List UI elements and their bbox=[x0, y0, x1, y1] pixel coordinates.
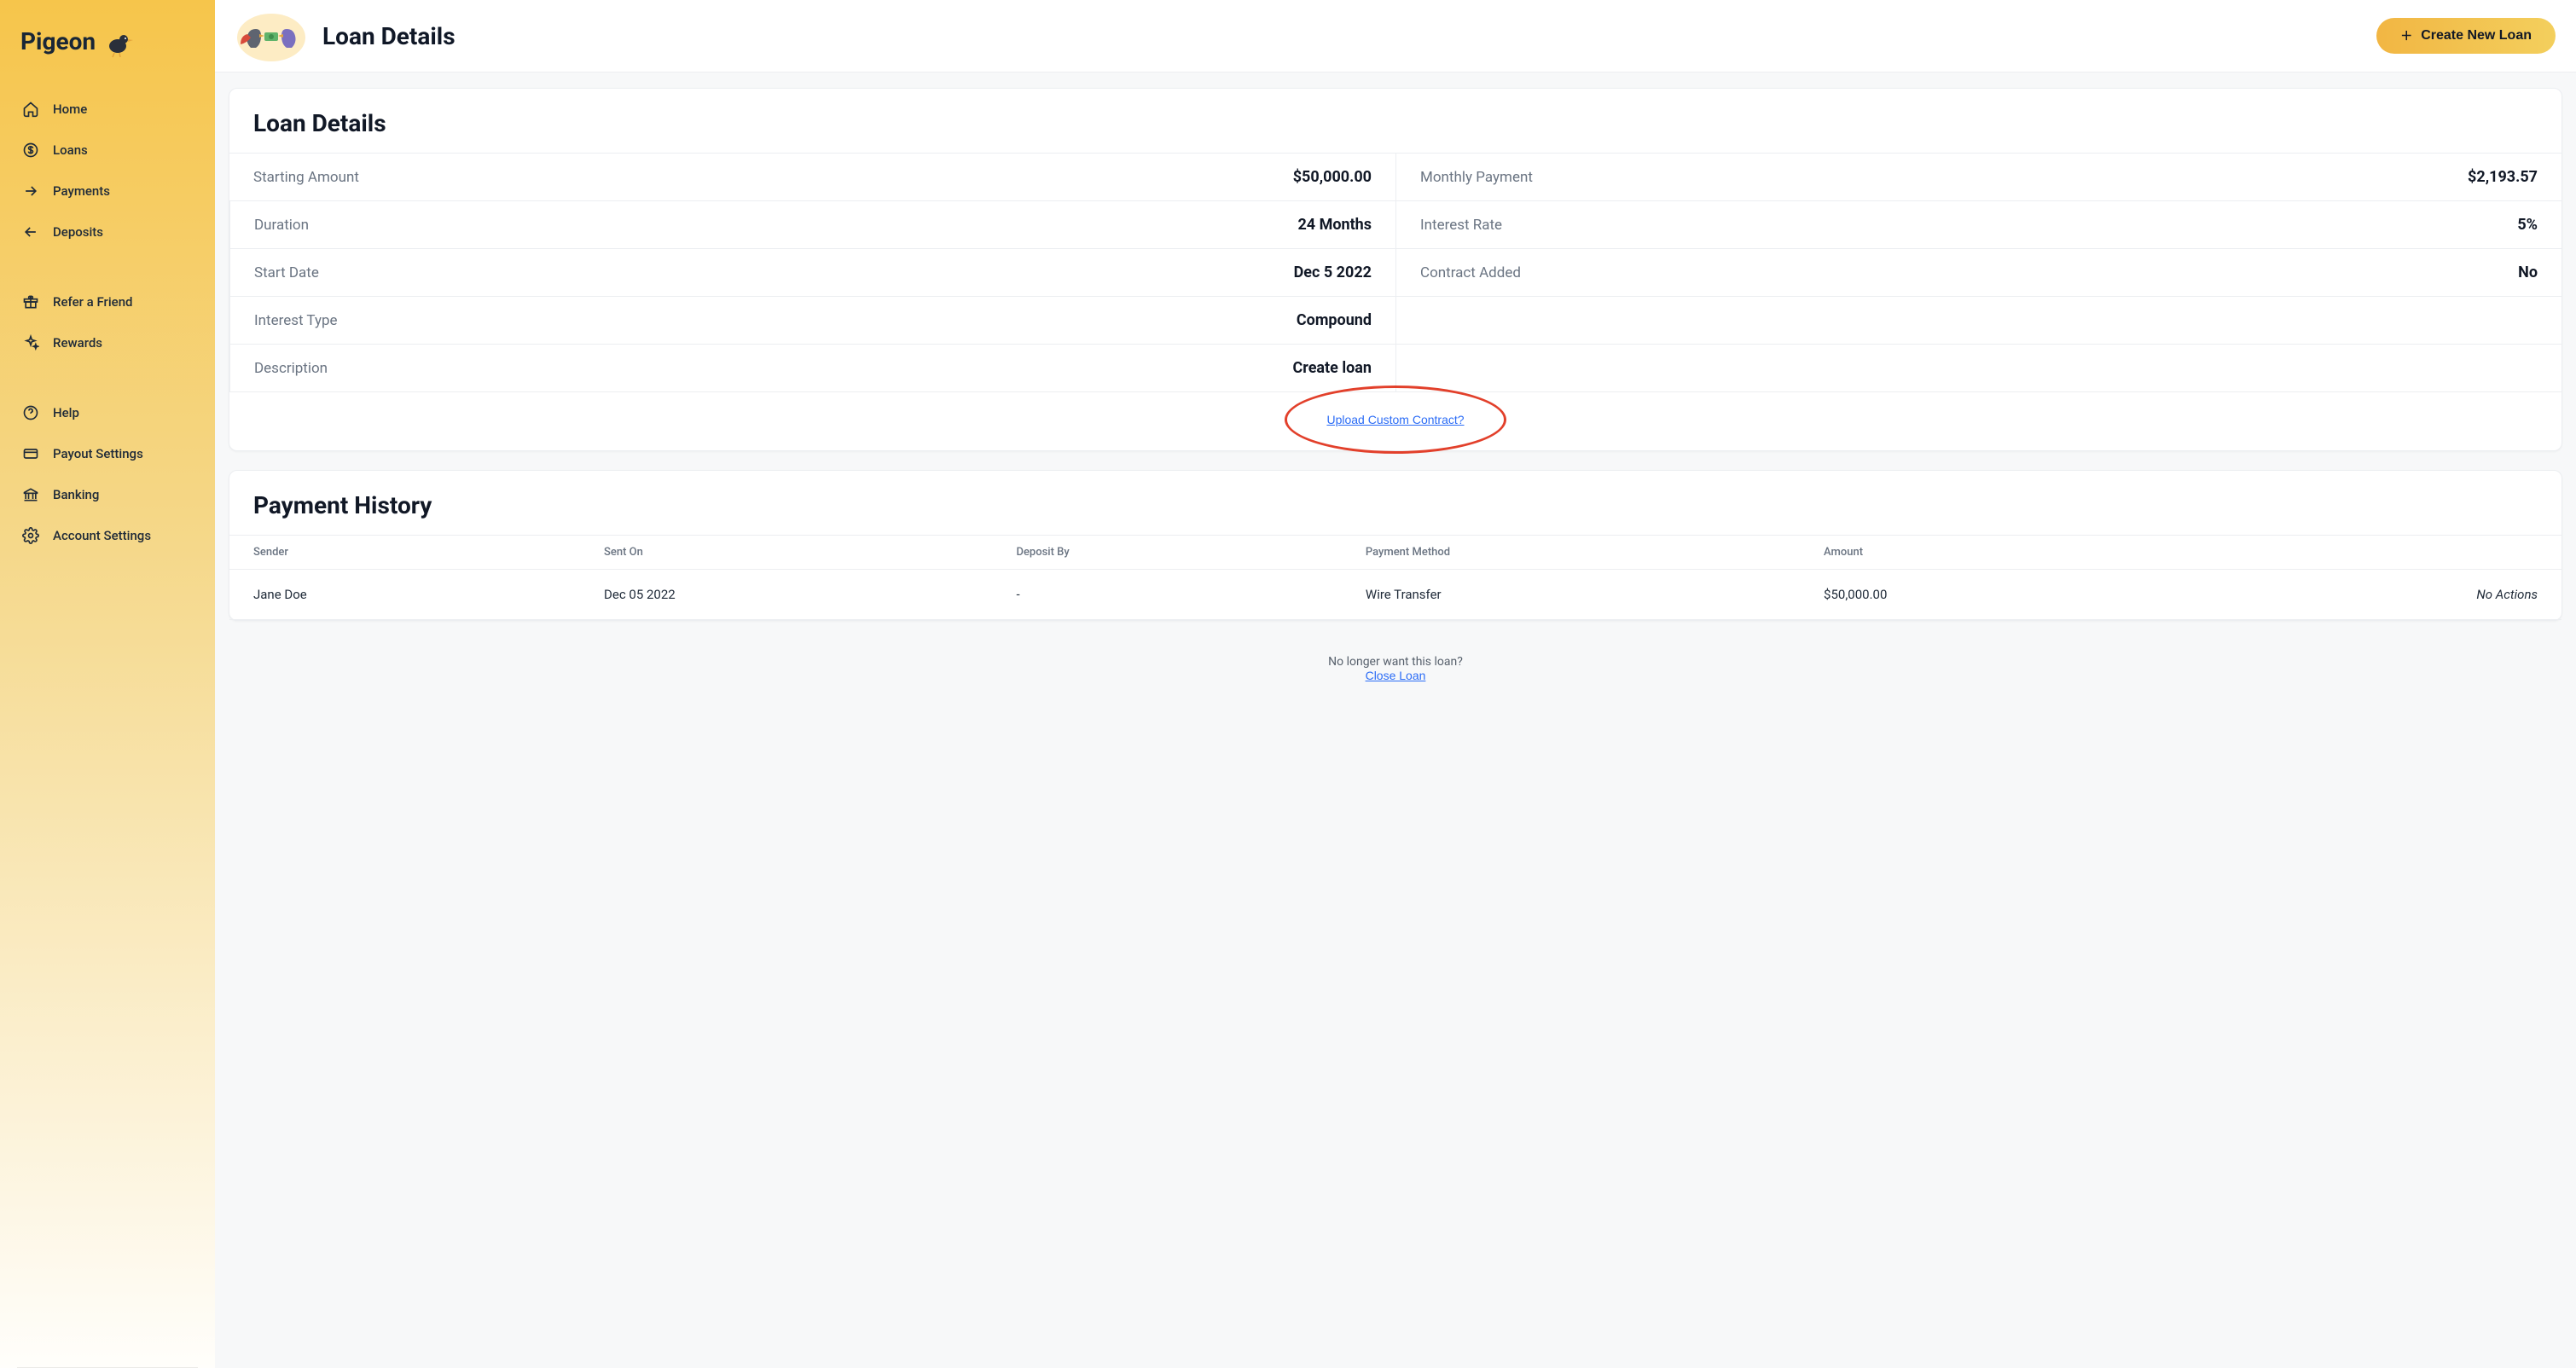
sidebar-item-label: Home bbox=[53, 101, 87, 117]
sidebar-item-loans[interactable]: Loans bbox=[7, 130, 208, 171]
help-circle-icon bbox=[22, 404, 39, 421]
detail-interest-rate: Interest Rate 5% bbox=[1395, 201, 2561, 249]
detail-value: 24 Months bbox=[1297, 216, 1372, 234]
create-new-loan-button[interactable]: ＋ Create New Loan bbox=[2376, 18, 2556, 54]
bank-icon bbox=[22, 486, 39, 503]
loan-details-card: Loan Details Starting Amount $50,000.00 … bbox=[229, 88, 2562, 451]
cell-amount: $50,000.00 bbox=[1800, 570, 2184, 620]
nav-group-rewards: Refer a Friend Rewards bbox=[7, 281, 208, 363]
detail-value: $50,000.00 bbox=[1293, 168, 1372, 186]
sidebar-item-label: Payout Settings bbox=[53, 446, 143, 461]
detail-start-date: Start Date Dec 5 2022 bbox=[229, 249, 1395, 297]
detail-label: Interest Rate bbox=[1420, 217, 1502, 234]
nav-group-settings: Help Payout Settings Banking Account Set… bbox=[7, 392, 208, 556]
brand[interactable]: Pigeon bbox=[7, 17, 208, 84]
gift-icon bbox=[22, 293, 39, 310]
dollar-circle-icon bbox=[22, 142, 39, 159]
create-button-label: Create New Loan bbox=[2421, 28, 2532, 43]
main: Loan Details ＋ Create New Loan Loan Deta… bbox=[215, 0, 2576, 1368]
content-area: Loan Details Starting Amount $50,000.00 … bbox=[215, 72, 2576, 1368]
sidebar-item-help[interactable]: Help bbox=[7, 392, 208, 433]
detail-label: Contract Added bbox=[1420, 264, 1521, 281]
cell-actions: No Actions bbox=[2184, 570, 2561, 620]
sidebar-item-label: Refer a Friend bbox=[53, 294, 133, 310]
gear-icon bbox=[22, 527, 39, 544]
sidebar-item-label: Payments bbox=[53, 183, 110, 199]
detail-description: Description Create loan bbox=[229, 345, 1395, 392]
sidebar-item-payout-settings[interactable]: Payout Settings bbox=[7, 433, 208, 474]
detail-value: 5% bbox=[2517, 216, 2538, 234]
detail-duration: Duration 24 Months bbox=[229, 201, 1395, 249]
detail-empty bbox=[1395, 297, 2561, 345]
loan-birds-illustration-icon bbox=[235, 9, 307, 63]
card-title: Payment History bbox=[229, 471, 2561, 535]
nav-group-primary: Home Loans Payments Deposits bbox=[7, 89, 208, 252]
card-icon bbox=[22, 445, 39, 462]
sidebar-item-account-settings[interactable]: Account Settings bbox=[7, 515, 208, 556]
col-amount: Amount bbox=[1800, 536, 2184, 570]
sidebar-item-payments[interactable]: Payments bbox=[7, 171, 208, 212]
col-actions bbox=[2184, 536, 2561, 570]
sidebar-item-home[interactable]: Home bbox=[7, 89, 208, 130]
close-loan-block: No longer want this loan? Close Loan bbox=[229, 640, 2562, 688]
detail-value: No bbox=[2518, 264, 2538, 281]
detail-value: Dec 5 2022 bbox=[1294, 264, 1372, 281]
detail-label: Interest Type bbox=[254, 312, 338, 329]
upload-custom-contract-link[interactable]: Upload Custom Contract? bbox=[1326, 413, 1464, 426]
detail-label: Description bbox=[254, 360, 328, 377]
brand-name: Pigeon bbox=[20, 27, 96, 55]
upload-contract-row: Upload Custom Contract? bbox=[229, 392, 2561, 450]
sidebar-item-label: Banking bbox=[53, 487, 99, 502]
plus-icon: ＋ bbox=[2400, 30, 2412, 42]
sidebar-item-banking[interactable]: Banking bbox=[7, 474, 208, 515]
cell-sender: Jane Doe bbox=[229, 570, 580, 620]
page-title: Loan Details bbox=[322, 22, 455, 50]
payment-history-card: Payment History Sender Sent On Deposit B… bbox=[229, 470, 2562, 621]
payment-history-table: Sender Sent On Deposit By Payment Method… bbox=[229, 535, 2561, 620]
arrow-right-icon bbox=[22, 183, 39, 200]
col-sent-on: Sent On bbox=[580, 536, 992, 570]
topbar: Loan Details ＋ Create New Loan bbox=[215, 0, 2576, 72]
detail-monthly-payment: Monthly Payment $2,193.57 bbox=[1395, 154, 2561, 201]
detail-label: Duration bbox=[254, 217, 309, 234]
detail-label: Starting Amount bbox=[253, 169, 359, 186]
col-sender: Sender bbox=[229, 536, 580, 570]
arrow-left-icon bbox=[22, 223, 39, 241]
sparkle-icon bbox=[22, 334, 39, 351]
sidebar-item-refer[interactable]: Refer a Friend bbox=[7, 281, 208, 322]
detail-contract-added: Contract Added No bbox=[1395, 249, 2561, 297]
detail-value: Compound bbox=[1297, 311, 1372, 329]
sidebar-item-rewards[interactable]: Rewards bbox=[7, 322, 208, 363]
close-loan-prompt: No longer want this loan? bbox=[229, 655, 2562, 669]
close-loan-link[interactable]: Close Loan bbox=[1366, 669, 1426, 682]
detail-starting-amount: Starting Amount $50,000.00 bbox=[229, 154, 1395, 201]
detail-empty bbox=[1395, 345, 2561, 392]
sidebar: Pigeon Home Loans bbox=[0, 0, 215, 1368]
detail-interest-type: Interest Type Compound bbox=[229, 297, 1395, 345]
detail-label: Start Date bbox=[254, 264, 319, 281]
detail-value: $2,193.57 bbox=[2468, 168, 2538, 186]
cell-method: Wire Transfer bbox=[1342, 570, 1800, 620]
card-title: Loan Details bbox=[229, 89, 2561, 153]
table-row: Jane Doe Dec 05 2022 - Wire Transfer $50… bbox=[229, 570, 2561, 620]
sidebar-item-label: Deposits bbox=[53, 224, 103, 240]
table-header-row: Sender Sent On Deposit By Payment Method… bbox=[229, 536, 2561, 570]
col-payment-method: Payment Method bbox=[1342, 536, 1800, 570]
sidebar-item-deposits[interactable]: Deposits bbox=[7, 212, 208, 252]
sidebar-item-label: Account Settings bbox=[53, 528, 151, 543]
sidebar-item-label: Loans bbox=[53, 142, 88, 158]
sidebar-item-label: Help bbox=[53, 405, 79, 420]
detail-value: Create loan bbox=[1293, 359, 1372, 377]
home-icon bbox=[22, 101, 39, 118]
sidebar-item-label: Rewards bbox=[53, 335, 102, 351]
loan-details-grid: Starting Amount $50,000.00 Monthly Payme… bbox=[229, 153, 2561, 450]
cell-deposit-by: - bbox=[992, 570, 1341, 620]
col-deposit-by: Deposit By bbox=[992, 536, 1341, 570]
detail-label: Monthly Payment bbox=[1420, 169, 1533, 186]
pigeon-logo-icon bbox=[101, 24, 135, 58]
cell-sent-on: Dec 05 2022 bbox=[580, 570, 992, 620]
